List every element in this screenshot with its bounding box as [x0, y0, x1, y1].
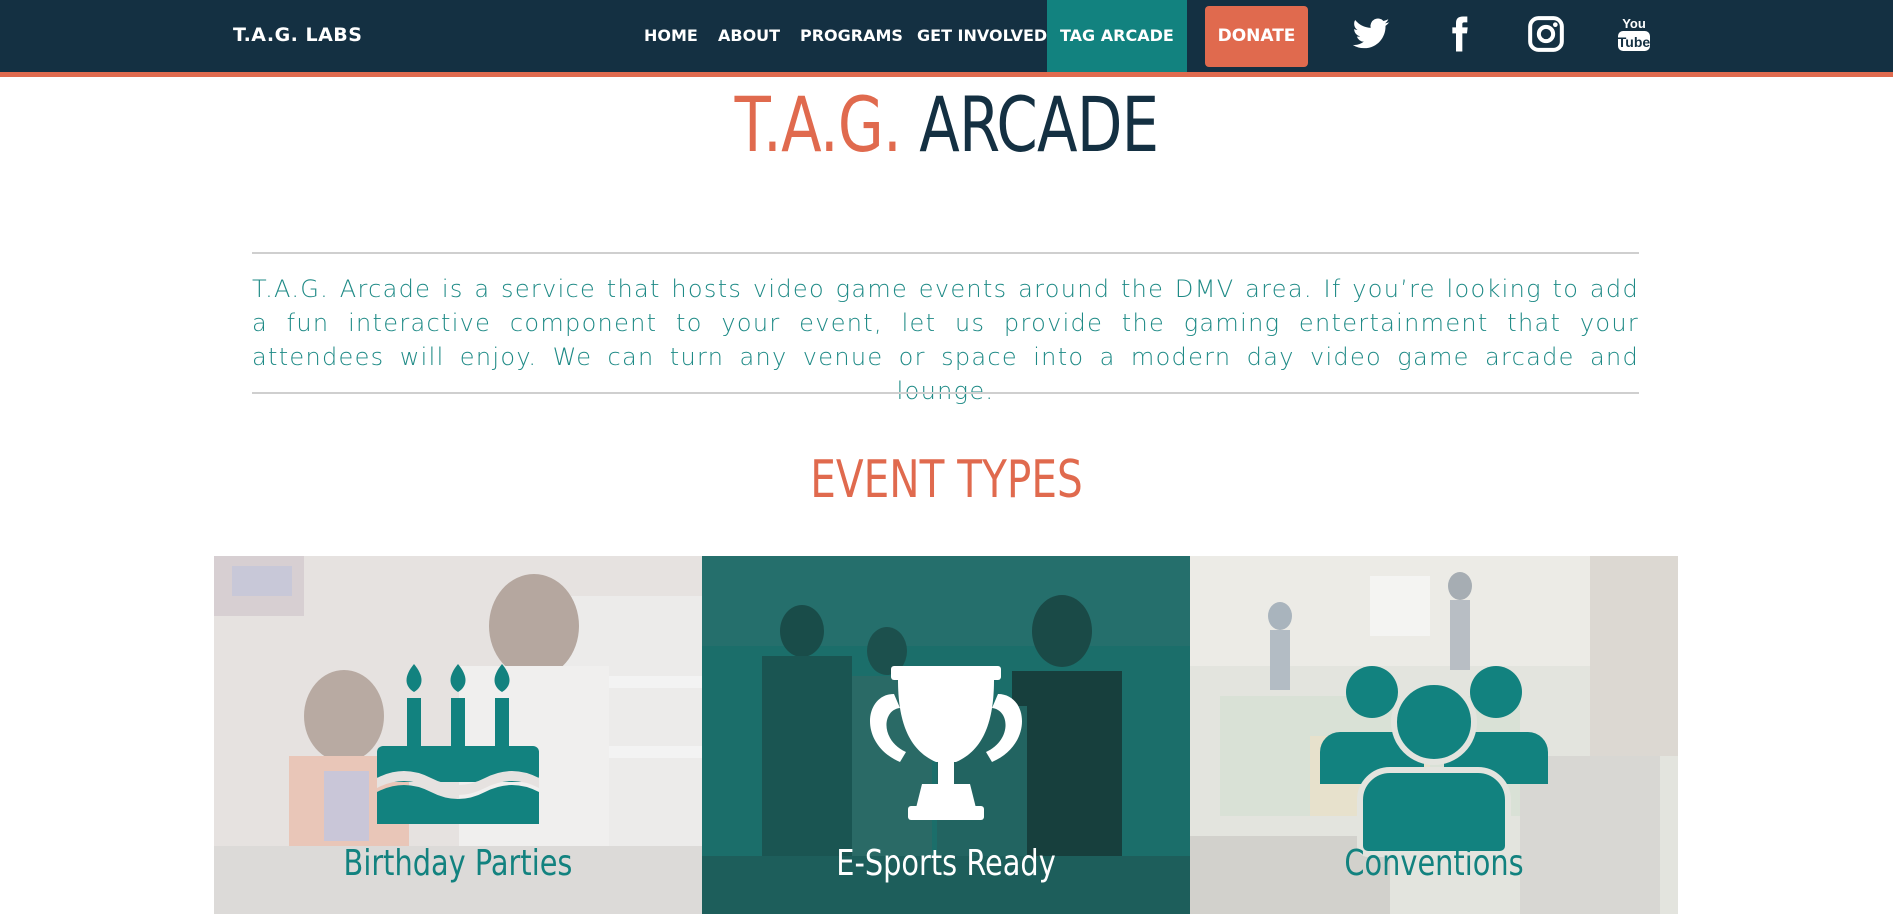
event-label-conventions: Conventions [1344, 843, 1524, 884]
event-label-birthday-parties: Birthday Parties [343, 843, 573, 884]
nav-get-involved[interactable]: GET INVOLVED [917, 0, 1047, 72]
facebook-icon[interactable] [1439, 14, 1479, 54]
instagram-icon[interactable] [1526, 14, 1566, 54]
event-card-birthday-parties[interactable]: Birthday Parties [214, 556, 702, 914]
divider-top [252, 252, 1639, 254]
twitter-icon[interactable] [1351, 14, 1391, 54]
brand-logo-text[interactable]: T.A.G. LABS [233, 24, 362, 46]
section-title-event-types: EVENT TYPES [810, 450, 1083, 510]
event-types-grid: Birthday Parties E-Sports Ready Conventi… [214, 556, 1678, 914]
youtube-icon[interactable]: You Tube [1614, 14, 1654, 54]
nav-tag-arcade[interactable]: TAG ARCADE [1047, 0, 1187, 72]
page-title-main: ARCADE [919, 80, 1159, 169]
top-navigation-bar: T.A.G. LABS HOME ABOUT PROGRAMS GET INVO… [0, 0, 1893, 77]
page-title-accent: T.A.G. [734, 80, 902, 169]
youtube-text-bottom: Tube [1618, 34, 1651, 50]
youtube-text-top: You [1622, 16, 1646, 31]
donate-button[interactable]: DONATE [1205, 6, 1308, 67]
event-card-esports-ready[interactable]: E-Sports Ready [702, 556, 1190, 914]
nav-home[interactable]: HOME [644, 0, 698, 72]
nav-about[interactable]: ABOUT [718, 0, 780, 72]
intro-paragraph: T.A.G. Arcade is a service that hosts vi… [252, 275, 1639, 405]
divider-bottom [252, 392, 1639, 394]
nav-programs[interactable]: PROGRAMS [800, 0, 903, 72]
page-title: T.A.G. ARCADE [208, 78, 1685, 172]
event-card-conventions[interactable]: Conventions [1190, 556, 1678, 914]
event-label-esports-ready: E-Sports Ready [836, 843, 1056, 884]
